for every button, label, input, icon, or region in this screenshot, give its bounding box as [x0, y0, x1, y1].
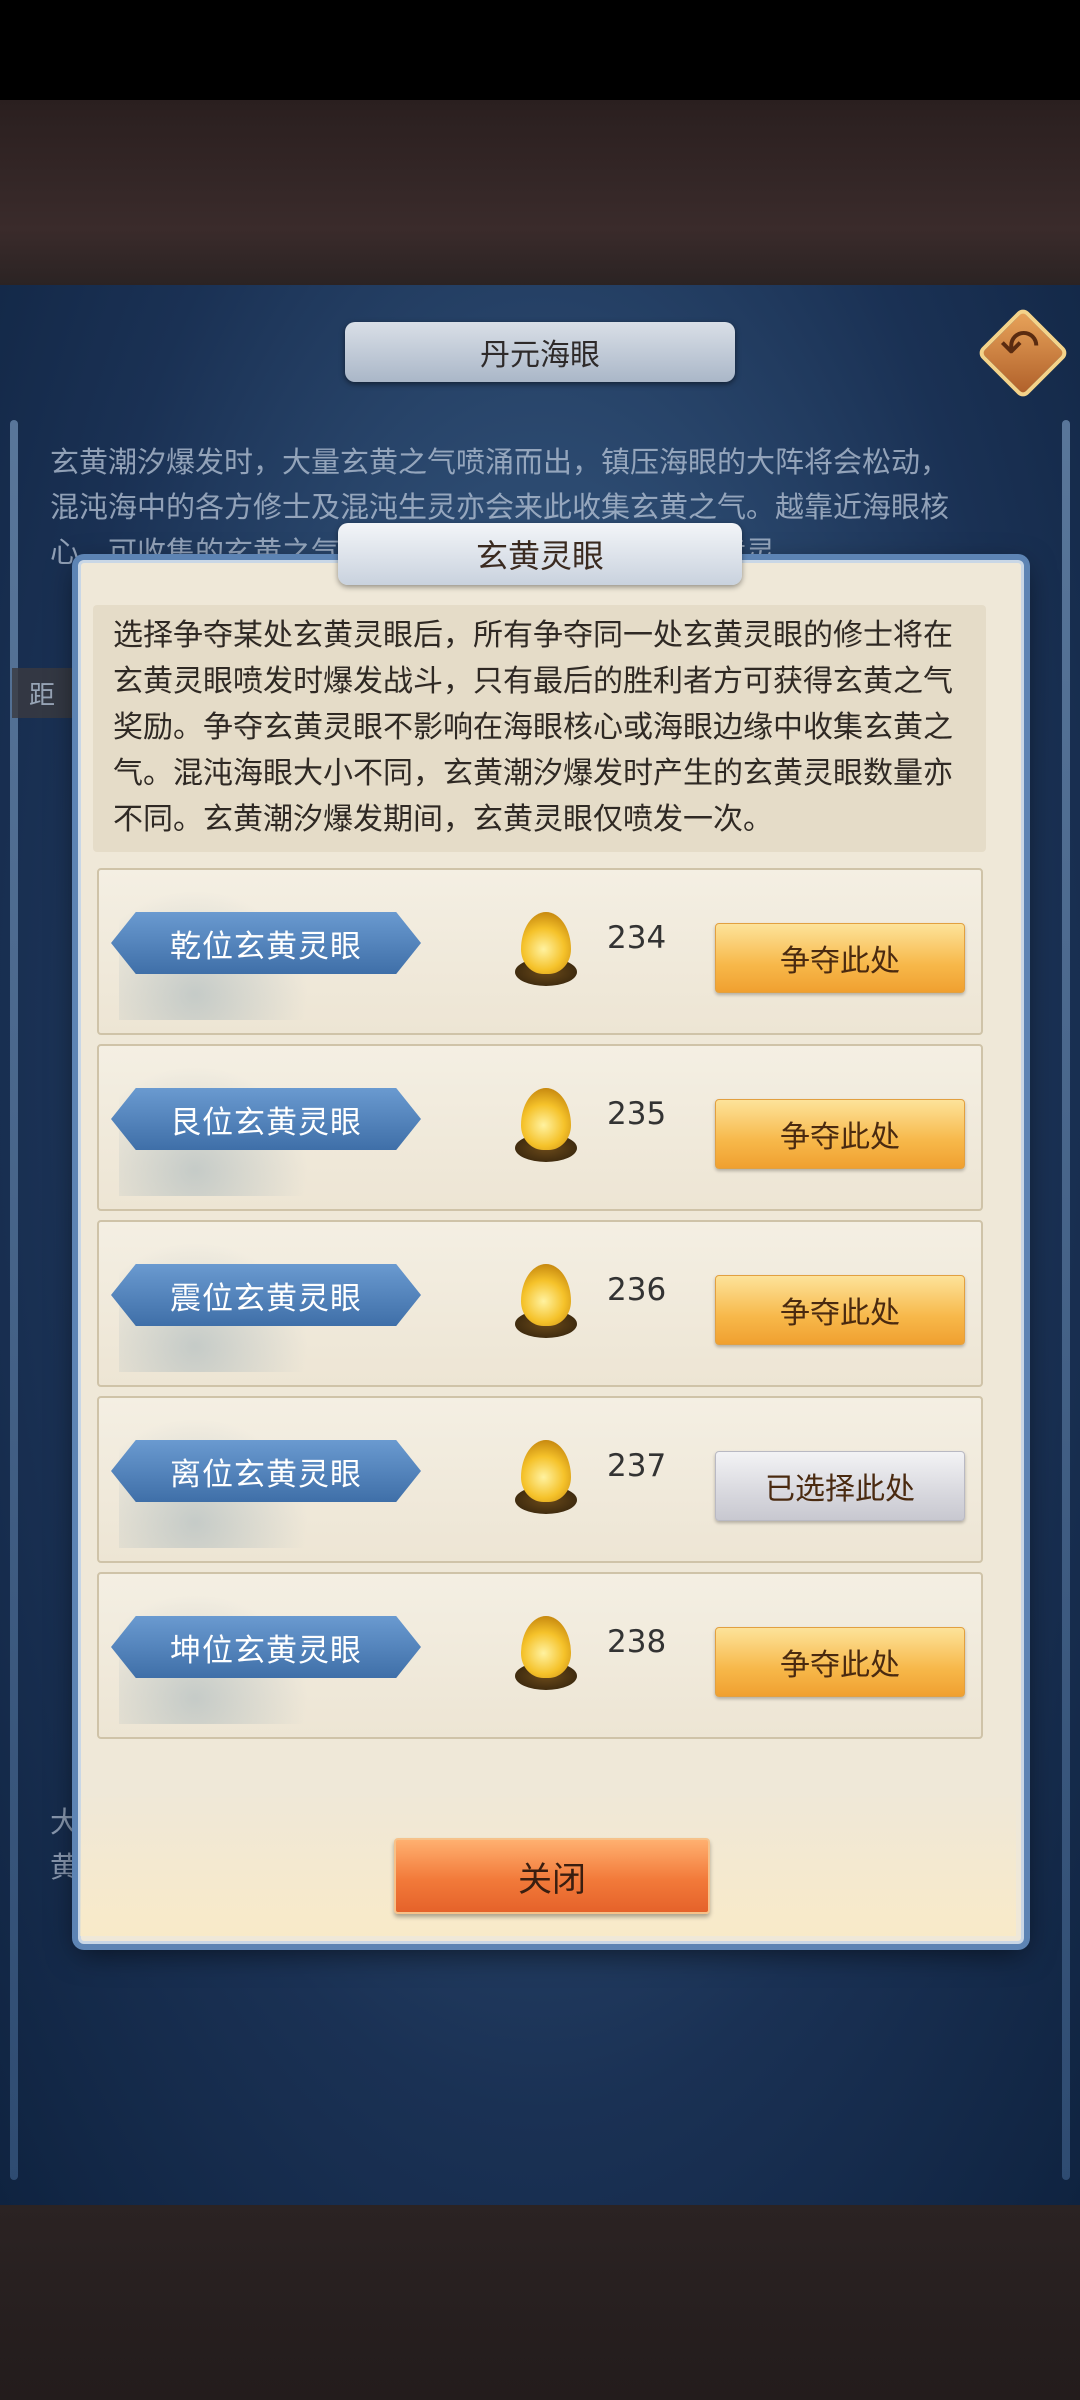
footer-band: [0, 2205, 1080, 2400]
eye-row: 坤位玄黄灵眼 238 争夺此处: [97, 1572, 983, 1739]
golden-flame-icon: [511, 1616, 581, 1696]
golden-flame-icon: [511, 1264, 581, 1344]
eye-name: 震位玄黄灵眼: [170, 1280, 362, 1317]
eye-count: 235: [607, 1096, 667, 1132]
description-line: 奖励。争夺玄黄灵眼不影响在海眼核心或海眼边缘中收集玄黄之: [113, 710, 953, 745]
contest-button[interactable]: 争夺此处: [715, 1099, 965, 1169]
eye-count: 236: [607, 1272, 667, 1308]
contest-button[interactable]: 争夺此处: [715, 923, 965, 993]
description-line: 选择争夺某处玄黄灵眼后，所有争夺同一处玄黄灵眼的修士将在: [113, 618, 953, 653]
contest-button[interactable]: 争夺此处: [715, 1275, 965, 1345]
eye-row: 震位玄黄灵眼 236 争夺此处: [97, 1220, 983, 1387]
eye-name: 乾位玄黄灵眼: [170, 928, 362, 965]
eye-row: 乾位玄黄灵眼 234 争夺此处: [97, 868, 983, 1035]
background-title: 丹元海眼: [345, 322, 735, 382]
close-button[interactable]: 关闭: [394, 1838, 710, 1914]
golden-flame-icon: [511, 1440, 581, 1520]
contest-button[interactable]: 争夺此处: [715, 1627, 965, 1697]
eye-label: 离位玄黄灵眼: [111, 1440, 421, 1502]
dialog-title: 玄黄灵眼: [338, 523, 742, 585]
eye-row: 离位玄黄灵眼 237 已选择此处: [97, 1396, 983, 1563]
eye-label: 乾位玄黄灵眼: [111, 912, 421, 974]
eye-name: 离位玄黄灵眼: [170, 1456, 362, 1493]
eye-row: 艮位玄黄灵眼 235 争夺此处: [97, 1044, 983, 1211]
eye-count: 237: [607, 1448, 667, 1484]
eye-name: 坤位玄黄灵眼: [170, 1632, 362, 1669]
status-bar-area: [0, 0, 1080, 100]
back-arrow-icon: ↶: [999, 319, 1041, 375]
dialog-description: 选择争夺某处玄黄灵眼后，所有争夺同一处玄黄灵眼的修士将在 玄黄灵眼喷发时爆发战斗…: [93, 605, 986, 852]
description-line: 玄黄灵眼喷发时爆发战斗，只有最后的胜利者方可获得玄黄之气: [113, 664, 953, 699]
eye-count: 238: [607, 1624, 667, 1660]
description-line: 气。混沌海眼大小不同，玄黄潮汐爆发时产生的玄黄灵眼数量亦: [113, 756, 953, 791]
description-line: 不同。玄黄潮汐爆发期间，玄黄灵眼仅喷发一次。: [113, 802, 773, 837]
background-line: 玄黄潮汐爆发时，大量玄黄之气喷涌而出，镇压海眼的大阵将会松动，: [50, 445, 950, 479]
eye-name: 艮位玄黄灵眼: [170, 1104, 362, 1141]
golden-flame-icon: [511, 912, 581, 992]
header-band: [0, 100, 1080, 285]
eye-label: 震位玄黄灵眼: [111, 1264, 421, 1326]
back-button[interactable]: ↶: [975, 305, 1070, 400]
eye-label: 坤位玄黄灵眼: [111, 1616, 421, 1678]
frame-right: [1062, 420, 1070, 2180]
selected-button[interactable]: 已选择此处: [715, 1451, 965, 1521]
eye-count: 234: [607, 920, 667, 956]
background-tab: 距: [12, 668, 72, 718]
golden-flame-icon: [511, 1088, 581, 1168]
eye-label: 艮位玄黄灵眼: [111, 1088, 421, 1150]
